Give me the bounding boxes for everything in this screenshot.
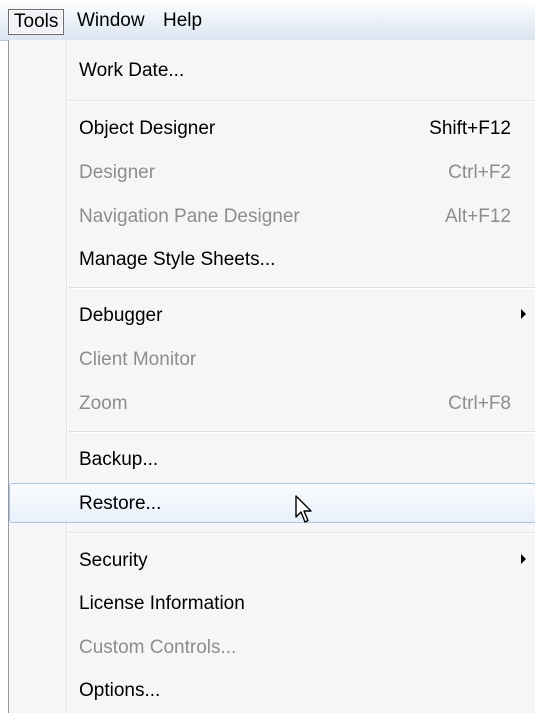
menu-bar: Tools Window Help [0,0,535,41]
menu-item-designer[interactable]: Designer Ctrl+F2 [9,152,535,192]
menu-item-label: Security [79,550,148,571]
menu-item-label: Client Monitor [79,349,197,370]
menubar-window[interactable]: Window [72,9,150,35]
menu-item-shortcut: Alt+F12 [444,206,511,227]
menu-item-client-monitor[interactable]: Client Monitor [9,339,535,379]
menu-item-label: Object Designer [79,118,216,139]
mouse-pointer-icon [295,495,312,523]
menu-item-label: Backup... [79,449,159,470]
menu-item-label: Debugger [79,305,163,326]
menu-separator [69,100,535,102]
menu-item-navigation-pane-designer[interactable]: Navigation Pane Designer Alt+F12 [9,196,535,236]
tools-dropdown-menu: Work Date... Object Designer Shift+F12 D… [8,40,535,713]
submenu-arrow-icon [521,309,526,319]
menu-item-manage-style-sheets[interactable]: Manage Style Sheets... [9,239,535,279]
menu-separator [69,287,535,289]
menu-item-label: Zoom [79,393,128,414]
menu-item-label: Custom Controls... [79,637,237,658]
menu-item-zoom[interactable]: Zoom Ctrl+F8 [9,383,535,423]
menu-item-restore[interactable]: Restore... [9,483,535,523]
menu-item-security[interactable]: Security [9,540,535,580]
menu-item-work-date[interactable]: Work Date... [9,50,535,90]
submenu-arrow-icon [521,554,526,564]
menu-item-license-information[interactable]: License Information [9,583,535,623]
menu-item-label: Restore... [79,493,162,514]
menu-item-shortcut: Ctrl+F8 [448,393,511,414]
menu-item-label: Options... [79,680,161,701]
menu-item-label: License Information [79,593,245,614]
menubar-tools[interactable]: Tools [8,9,65,35]
menu-item-label: Manage Style Sheets... [79,249,276,270]
menu-separator [69,431,535,433]
menu-item-options[interactable]: Options... [9,670,535,710]
menu-item-shortcut: Shift+F12 [429,118,511,139]
menu-item-object-designer[interactable]: Object Designer Shift+F12 [9,108,535,148]
menu-item-backup[interactable]: Backup... [9,439,535,479]
menu-item-label: Work Date... [79,60,185,81]
menubar-help[interactable]: Help [158,9,207,35]
menu-item-custom-controls[interactable]: Custom Controls... [9,627,535,667]
menu-item-label: Designer [79,162,156,183]
menu-item-debugger[interactable]: Debugger [9,295,535,335]
menu-item-shortcut: Ctrl+F2 [448,162,511,183]
menu-separator [69,532,535,534]
menu-item-label: Navigation Pane Designer [79,206,300,227]
